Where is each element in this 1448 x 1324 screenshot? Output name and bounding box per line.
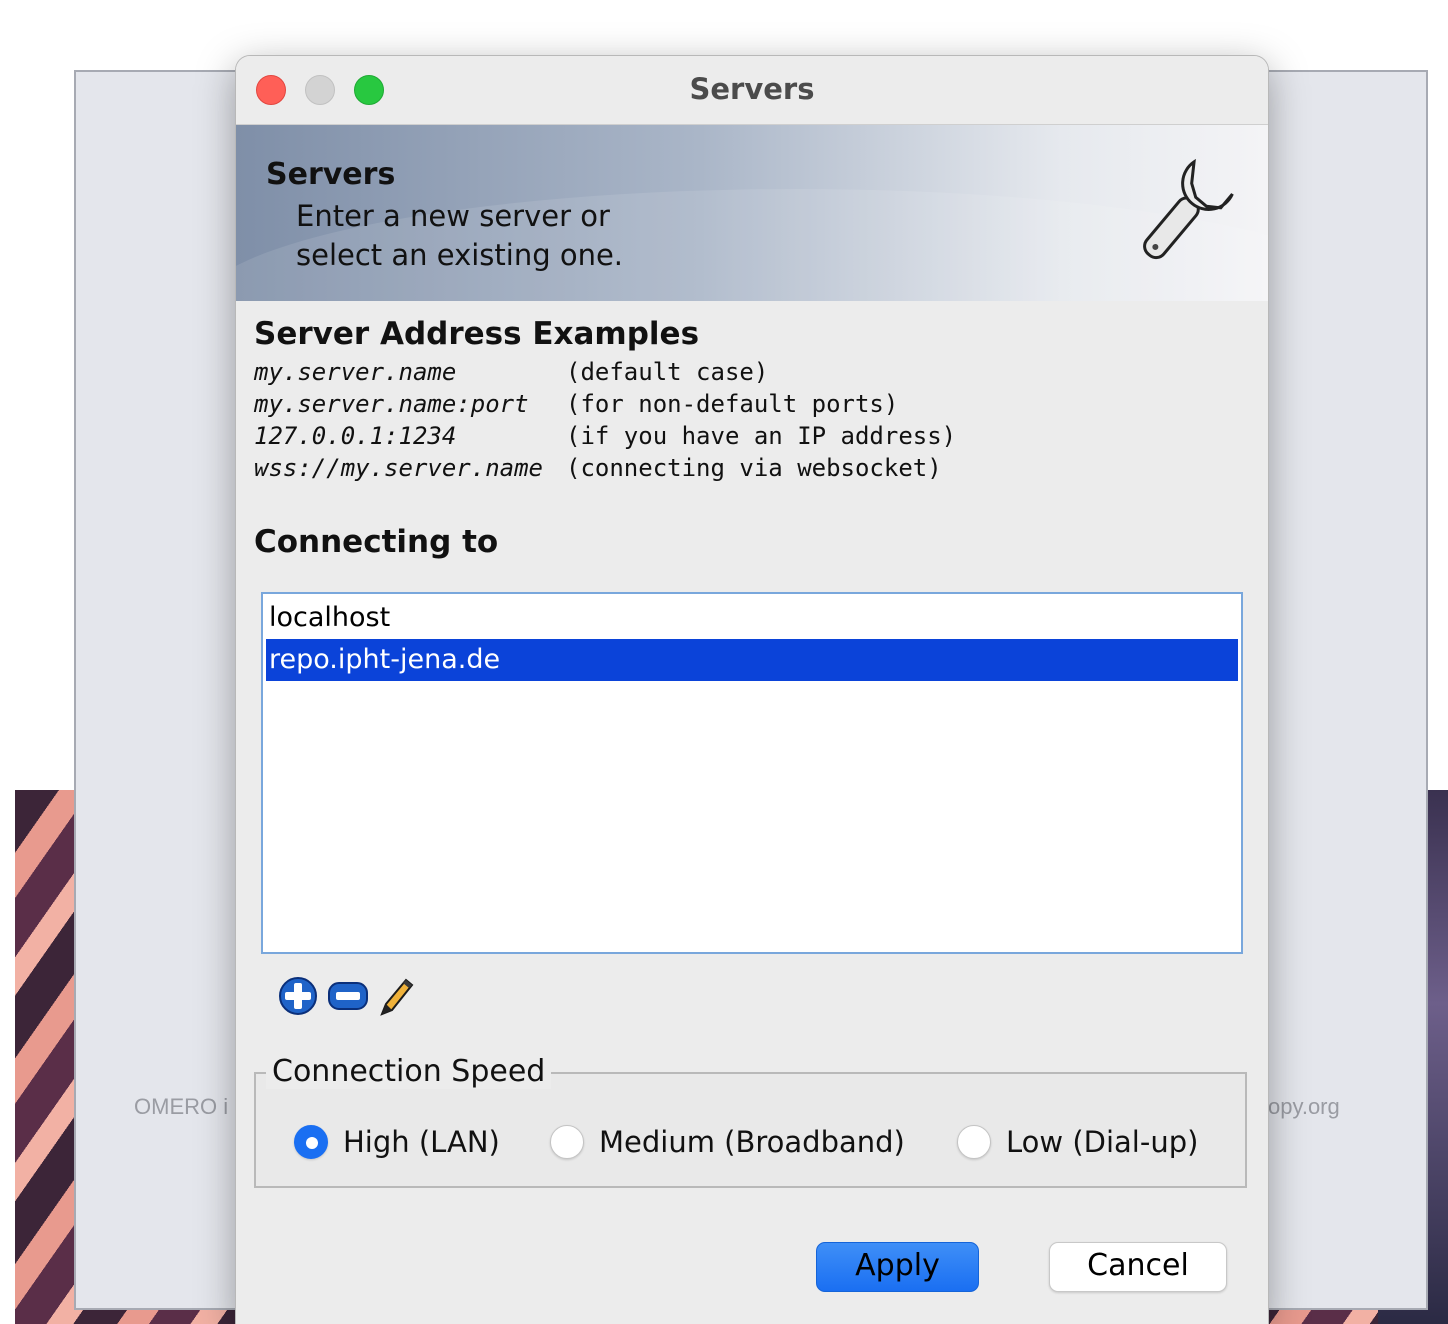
server-item-localhost[interactable]: localhost <box>266 597 1238 639</box>
example-address: my.server.name <box>254 358 457 386</box>
edit-pen-icon[interactable] <box>376 976 416 1016</box>
speed-option-high[interactable]: High (LAN) <box>294 1125 500 1159</box>
banner-title: Servers <box>266 157 396 192</box>
radio-checked-icon[interactable] <box>294 1125 328 1159</box>
title-bar[interactable]: Servers <box>236 56 1268 125</box>
example-note: (connecting via websocket) <box>566 454 942 482</box>
banner-subtitle: Enter a new server or select an existing… <box>296 197 716 275</box>
example-address: my.server.name:port <box>254 390 529 418</box>
examples-heading: Server Address Examples <box>254 316 700 352</box>
server-list[interactable]: localhost repo.ipht-jena.de <box>261 592 1243 954</box>
example-address: wss://my.server.name <box>254 454 543 482</box>
example-row: my.server.name:port (for non-default port… <box>254 390 956 422</box>
example-row: wss://my.server.name (connecting via webs… <box>254 454 956 486</box>
remove-icon[interactable] <box>328 982 368 1010</box>
window-title: Servers <box>689 72 815 106</box>
speed-option-low[interactable]: Low (Dial-up) <box>957 1125 1198 1159</box>
add-icon[interactable] <box>278 976 318 1016</box>
example-note: (default case) <box>566 358 769 386</box>
example-row: my.server.name (default case) <box>254 358 956 390</box>
background-label-left: OMERO i <box>134 1094 229 1119</box>
speed-option-label: Medium (Broadband) <box>599 1125 905 1159</box>
background-label-right: opy.org <box>1268 1094 1340 1119</box>
connection-speed-group: Connection Speed High (LAN) Medium (Broa… <box>254 1054 1247 1188</box>
radio-unchecked-icon[interactable] <box>957 1125 991 1159</box>
apply-button[interactable]: Apply <box>816 1242 979 1292</box>
server-item-repo-ipht-jena[interactable]: repo.ipht-jena.de <box>266 639 1238 681</box>
servers-dialog: Servers Servers Enter a new server or se… <box>236 56 1268 1324</box>
speed-option-medium[interactable]: Medium (Broadband) <box>550 1125 905 1159</box>
cancel-button[interactable]: Cancel <box>1049 1242 1227 1292</box>
examples-list: my.server.name (default case) my.server.n… <box>254 358 956 486</box>
example-note: (for non-default ports) <box>566 390 899 418</box>
example-row: 127.0.0.1:1234 (if you have an IP address… <box>254 422 956 454</box>
example-address: 127.0.0.1:1234 <box>254 422 457 450</box>
header-banner: Servers Enter a new server or select an … <box>236 125 1268 301</box>
connection-speed-legend: Connection Speed <box>266 1054 552 1089</box>
radio-unchecked-icon[interactable] <box>550 1125 584 1159</box>
connecting-heading: Connecting to <box>254 524 499 560</box>
banner-subtitle-line: select an existing one. <box>296 238 624 272</box>
wrench-icon <box>1143 159 1234 260</box>
banner-subtitle-line: Enter a new server or <box>296 199 610 233</box>
speed-option-label: High (LAN) <box>343 1125 500 1159</box>
speed-option-label: Low (Dial-up) <box>1006 1125 1199 1159</box>
example-note: (if you have an IP address) <box>566 422 957 450</box>
